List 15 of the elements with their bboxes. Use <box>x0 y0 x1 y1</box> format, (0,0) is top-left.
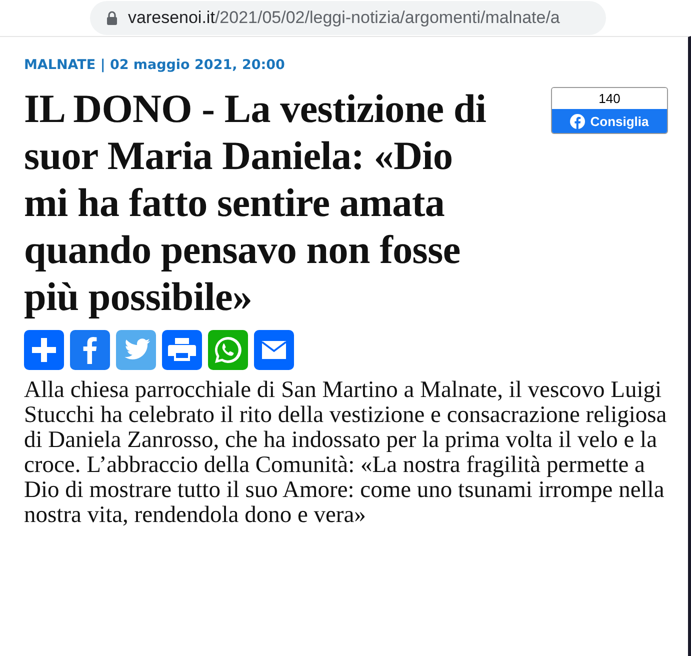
url-text: varesenoi.it/2021/05/02/leggi-notizia/argomenti/malnate/a <box>128 8 560 28</box>
like-button[interactable]: Consiglia <box>552 109 667 133</box>
envelope-button[interactable] <box>254 330 294 370</box>
like-widget[interactable]: 140 Consiglia <box>551 87 668 134</box>
article-summary: Alla chiesa parrocchiale di San Martino a Malnate, il vescovo Luigi Stucchi ha celebrato il rito della vestizione e consacrazione religiosa di Daniela Zanrosso, che ha indossato per la prima volta il velo e la croce. L’abbraccio della Comunità: «La nostra fragilità permette a Dio di mostrare tutto il suo Amore: come uno tsunami irrompe nella nostra vita, rendendola dono e vera» <box>24 378 668 528</box>
bird-button[interactable] <box>116 330 156 370</box>
facebook-button[interactable] <box>70 330 110 370</box>
article-meta: MALNATE | 02 maggio 2021, 20:00 <box>24 57 286 73</box>
printer-button[interactable] <box>162 330 202 370</box>
address-bar[interactable]: varesenoi.it/2021/05/02/leggi-notizia/argomenti/malnate/a <box>90 1 606 35</box>
share-button[interactable] <box>24 330 64 370</box>
article-title: IL DONO - La vestizione di suor Maria Daniela: «Dio mi ha fatto sentire amata quando pensavo non fosse più possibile» <box>24 85 488 320</box>
lock-icon <box>106 11 118 25</box>
chat-bubble-button[interactable] <box>208 330 248 370</box>
facebook-icon <box>570 114 586 128</box>
